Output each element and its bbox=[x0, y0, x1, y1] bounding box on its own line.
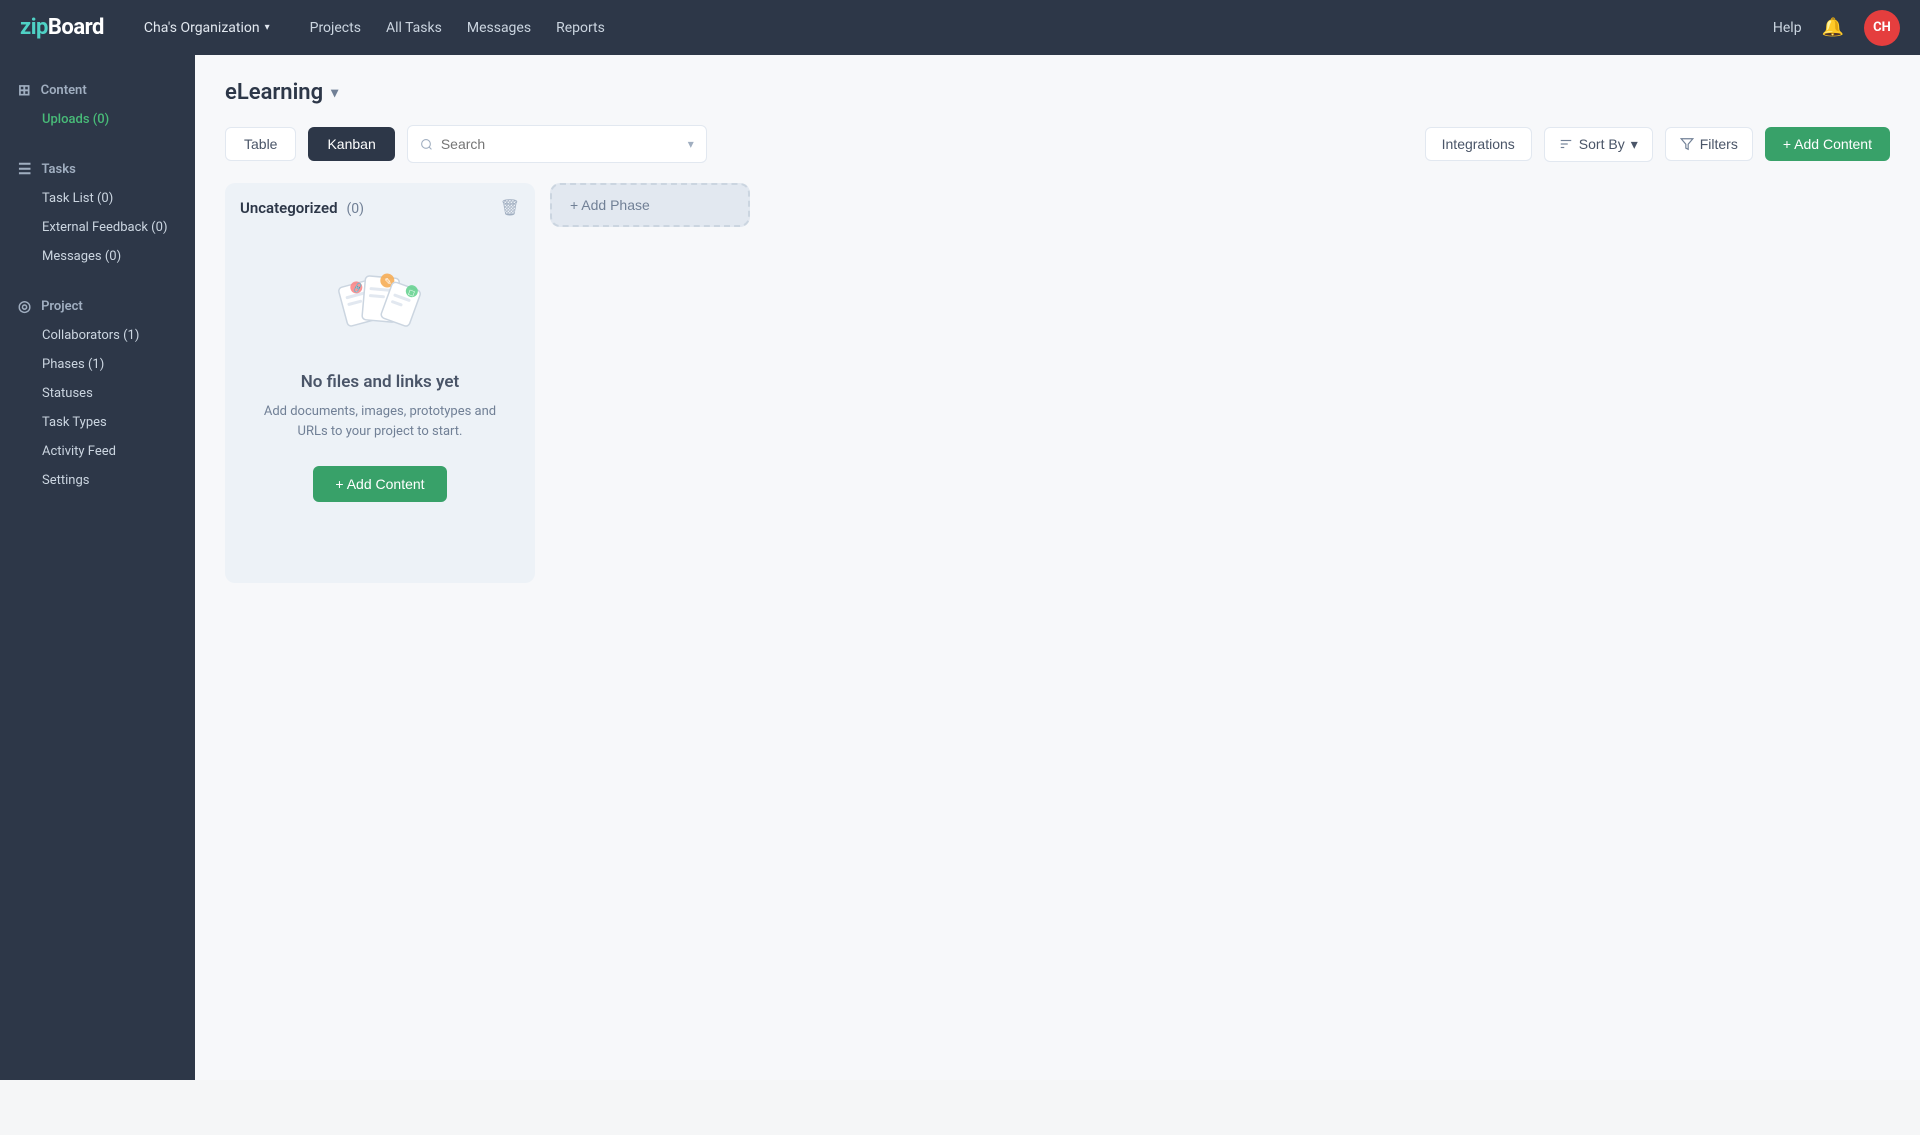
sidebar-item-settings[interactable]: Settings bbox=[0, 466, 195, 495]
sidebar-item-task-types[interactable]: Task Types bbox=[0, 408, 195, 437]
sidebar-item-external-feedback[interactable]: External Feedback (0) bbox=[0, 213, 195, 242]
sort-label: Sort By bbox=[1579, 136, 1625, 152]
nav-projects[interactable]: Projects bbox=[310, 20, 361, 36]
empty-description: Add documents, images, prototypes and UR… bbox=[260, 402, 500, 441]
help-link[interactable]: Help bbox=[1773, 20, 1802, 36]
sidebar-tasks-header: ☰ Tasks bbox=[0, 154, 195, 184]
nav-right: Help 🔔 CH bbox=[1773, 10, 1900, 46]
tasks-icon: ☰ bbox=[18, 160, 31, 178]
main-content: eLearning ▾ Table Kanban ▾ Integrations … bbox=[195, 55, 1920, 1080]
empty-state-icon: 🔗 ✎ bbox=[335, 262, 425, 352]
sidebar-item-task-list[interactable]: Task List (0) bbox=[0, 184, 195, 213]
filters-button[interactable]: Filters bbox=[1665, 127, 1753, 161]
kanban-board: Uncategorized (0) 🗑 🔗 bbox=[225, 183, 1890, 583]
sidebar-content-section: ⊞ Content Uploads (0) bbox=[0, 75, 195, 134]
empty-state: 🔗 ✎ bbox=[240, 232, 520, 532]
org-selector[interactable]: Cha's Organization ▾ bbox=[144, 20, 270, 36]
sort-chevron-icon: ▾ bbox=[1631, 136, 1638, 153]
add-content-header-button[interactable]: + Add Content bbox=[1765, 127, 1890, 161]
sidebar-item-messages[interactable]: Messages (0) bbox=[0, 242, 195, 271]
integrations-button[interactable]: Integrations bbox=[1425, 127, 1532, 161]
project-title: eLearning ▾ bbox=[225, 80, 338, 105]
sidebar-content-header: ⊞ Content bbox=[0, 75, 195, 105]
sidebar-project-section: ◎ Project Collaborators (1) Phases (1) S… bbox=[0, 291, 195, 495]
sidebar-item-phases[interactable]: Phases (1) bbox=[0, 350, 195, 379]
nav-reports[interactable]: Reports bbox=[556, 20, 605, 36]
nav-all-tasks[interactable]: All Tasks bbox=[386, 20, 442, 36]
sort-by-button[interactable]: Sort By ▾ bbox=[1544, 127, 1653, 162]
filter-icon bbox=[1680, 137, 1694, 151]
project-title-chevron-icon[interactable]: ▾ bbox=[331, 85, 338, 101]
sidebar-content-label: Content bbox=[41, 83, 87, 98]
avatar[interactable]: CH bbox=[1864, 10, 1900, 46]
column-title-area: Uncategorized (0) bbox=[240, 198, 364, 217]
sidebar-project-label: Project bbox=[41, 299, 83, 314]
column-title: Uncategorized bbox=[240, 199, 338, 217]
kanban-column-uncategorized: Uncategorized (0) 🗑 🔗 bbox=[225, 183, 535, 583]
toolbar-right: Integrations Sort By ▾ Filters + Add Con… bbox=[1425, 127, 1890, 162]
project-title-text: eLearning bbox=[225, 80, 323, 105]
sidebar-item-statuses[interactable]: Statuses bbox=[0, 379, 195, 408]
sort-icon bbox=[1559, 137, 1573, 151]
filters-label: Filters bbox=[1700, 136, 1738, 152]
column-count: (0) bbox=[347, 201, 365, 217]
content-icon: ⊞ bbox=[18, 81, 31, 99]
empty-title: No files and links yet bbox=[301, 372, 459, 392]
tab-kanban[interactable]: Kanban bbox=[308, 127, 394, 161]
add-phase-button[interactable]: + Add Phase bbox=[550, 183, 750, 227]
kanban-column-header: Uncategorized (0) 🗑 bbox=[240, 198, 520, 217]
search-dropdown-icon[interactable]: ▾ bbox=[688, 137, 694, 151]
sidebar-tasks-label: Tasks bbox=[41, 162, 75, 177]
sidebar-project-header: ◎ Project bbox=[0, 291, 195, 321]
add-content-card-button[interactable]: + Add Content bbox=[313, 466, 446, 502]
tab-table[interactable]: Table bbox=[225, 127, 296, 161]
sidebar: ⊞ Content Uploads (0) ☰ Tasks Task List … bbox=[0, 55, 195, 1080]
sidebar-item-uploads[interactable]: Uploads (0) bbox=[0, 105, 195, 134]
search-bar: ▾ bbox=[407, 125, 707, 163]
sidebar-item-activity-feed[interactable]: Activity Feed bbox=[0, 437, 195, 466]
add-phase-column: + Add Phase bbox=[550, 183, 750, 227]
project-header: eLearning ▾ bbox=[225, 80, 1890, 105]
notification-bell-icon[interactable]: 🔔 bbox=[1822, 17, 1844, 38]
search-icon bbox=[420, 137, 433, 152]
logo-zip: zip bbox=[20, 15, 48, 40]
nav-links: Projects All Tasks Messages Reports bbox=[310, 20, 605, 36]
search-input[interactable] bbox=[441, 136, 680, 152]
sidebar-tasks-section: ☰ Tasks Task List (0) External Feedback … bbox=[0, 154, 195, 271]
project-icon: ◎ bbox=[18, 297, 31, 315]
logo[interactable]: zipBoard bbox=[20, 15, 104, 40]
nav-messages[interactable]: Messages bbox=[467, 20, 531, 36]
column-delete-icon[interactable]: 🗑 bbox=[500, 198, 520, 217]
top-nav: zipBoard Cha's Organization ▾ Projects A… bbox=[0, 0, 1920, 55]
toolbar: Table Kanban ▾ Integrations Sort By ▾ bbox=[225, 125, 1890, 163]
org-name: Cha's Organization bbox=[144, 20, 260, 36]
no-files-illustration: 🔗 ✎ bbox=[335, 262, 425, 352]
chevron-down-icon: ▾ bbox=[265, 22, 270, 33]
sidebar-item-collaborators[interactable]: Collaborators (1) bbox=[0, 321, 195, 350]
logo-board: Board bbox=[48, 15, 104, 40]
